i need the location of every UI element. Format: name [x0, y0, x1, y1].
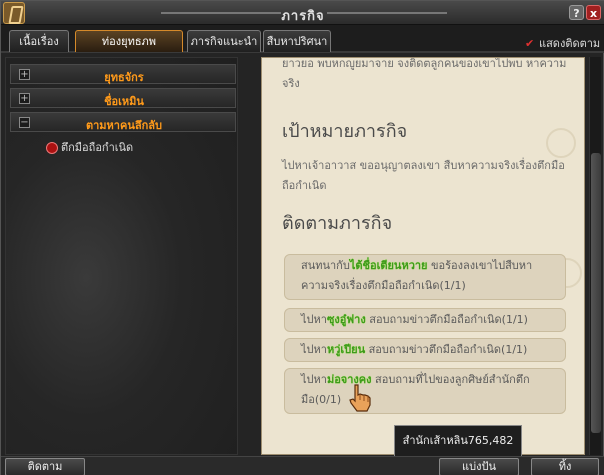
quest-list-panel: + ยุทธจักร + ชื่อเหมิน − ตามหาคนลึกลับ ต…: [5, 57, 238, 455]
hand-cursor-icon: [349, 384, 371, 412]
goal-heading: เป้าหมายภารกิจ: [282, 121, 408, 142]
tab-wander[interactable]: ท่องยุทธภพ: [75, 30, 183, 52]
quest-medal-icon: [46, 142, 58, 154]
ornament-icon: [546, 128, 576, 158]
npc-link[interactable]: ไต้ชื่อเตียนหวาย: [350, 259, 428, 272]
checkmark-icon: ✔: [525, 37, 535, 50]
close-button[interactable]: x: [586, 5, 601, 20]
help-button[interactable]: ?: [569, 5, 584, 20]
tab-bar: เนื้อเรื่อง ท่องยุทธภพ ภารกิจแนะนำ สืบหา…: [1, 25, 604, 53]
show-tracking-label: แสดงติดตาม: [539, 37, 601, 50]
quest-list-item[interactable]: ตึกมือถือกำเนิด: [46, 138, 133, 154]
abandon-button[interactable]: ทิ้ง: [531, 458, 599, 475]
track-button[interactable]: ติดตาม: [5, 458, 85, 475]
npc-link[interactable]: ซุงอู๋ฟาง: [327, 313, 366, 326]
tracking-heading: ติดตามภารกิจ: [282, 213, 393, 234]
tab-story[interactable]: เนื้อเรื่อง: [9, 30, 69, 52]
title-bar[interactable]: ภารกิจ ? x: [1, 1, 604, 25]
task-suffix: สอบถามข่าวตึกมือถือกำเนิด(1/1): [365, 343, 528, 356]
share-button[interactable]: แบ่งปัน: [439, 458, 519, 475]
task-item: ไปหาหวู่เปียน สอบถามข่าวตึกมือถือกำเนิด(…: [284, 338, 566, 362]
category-label: ยุทธจักร: [104, 71, 144, 84]
task-suffix: สอบถามข่าวตึกมือถือกำเนิด(1/1): [365, 313, 528, 326]
category-item[interactable]: + ยุทธจักร: [10, 64, 236, 84]
quest-detail-panel: ยาวยอ พบหกญูยมาจาย จงติดตลูกคนของเขาไปพบ…: [261, 57, 585, 455]
location-tooltip: สำนักเส้าหลิน765,482: [394, 425, 522, 457]
scrollbar-thumb[interactable]: [591, 153, 601, 433]
window-title: ภารกิจ: [281, 9, 325, 24]
task-prefix: ไปหา: [301, 313, 327, 326]
task-prefix: ไปหา: [301, 373, 327, 386]
category-label: ตามหาคนลึกลับ: [85, 119, 162, 132]
quest-item-label: ตึกมือถือกำเนิด: [61, 141, 134, 154]
quest-window: ภารกิจ ? x เนื้อเรื่อง ท่องยุทธภพ ภารกิจ…: [0, 0, 604, 475]
goal-text: ไปหาเจ้าอาวาส ขออนุญาตลงเขา สืบหาความจริ…: [282, 159, 565, 192]
task-item: สนทนากับไต้ชื่อเตียนหวาย ขอร้องลงเขาไปสื…: [284, 254, 566, 300]
category-item[interactable]: + ชื่อเหมิน: [10, 88, 236, 108]
tab-recommended[interactable]: ภารกิจแนะนำ: [187, 30, 261, 52]
npc-link[interactable]: หวู่เปียน: [327, 343, 365, 356]
task-item: ไปหาม่อจางคง สอบถามที่ไปของลูกศิษย์สำนัก…: [284, 368, 566, 414]
quest-intro-text: ยาวยอ พบหกญูยมาจาย จงติดตลูกคนของเขาไปพบ…: [282, 57, 567, 90]
detail-scrollbar[interactable]: [589, 57, 601, 455]
task-prefix: สนทนากับ: [301, 259, 350, 272]
category-label: ชื่อเหมิน: [104, 95, 144, 108]
show-tracking-toggle[interactable]: ✔ แสดงติดตาม: [525, 34, 600, 52]
category-item[interactable]: − ตามหาคนลึกลับ: [10, 112, 236, 132]
tab-mystery[interactable]: สืบหาปริศนา: [263, 30, 331, 52]
task-prefix: ไปหา: [301, 343, 327, 356]
task-item: ไปหาซุงอู๋ฟาง สอบถามข่าวตึกมือถือกำเนิด(…: [284, 308, 566, 332]
